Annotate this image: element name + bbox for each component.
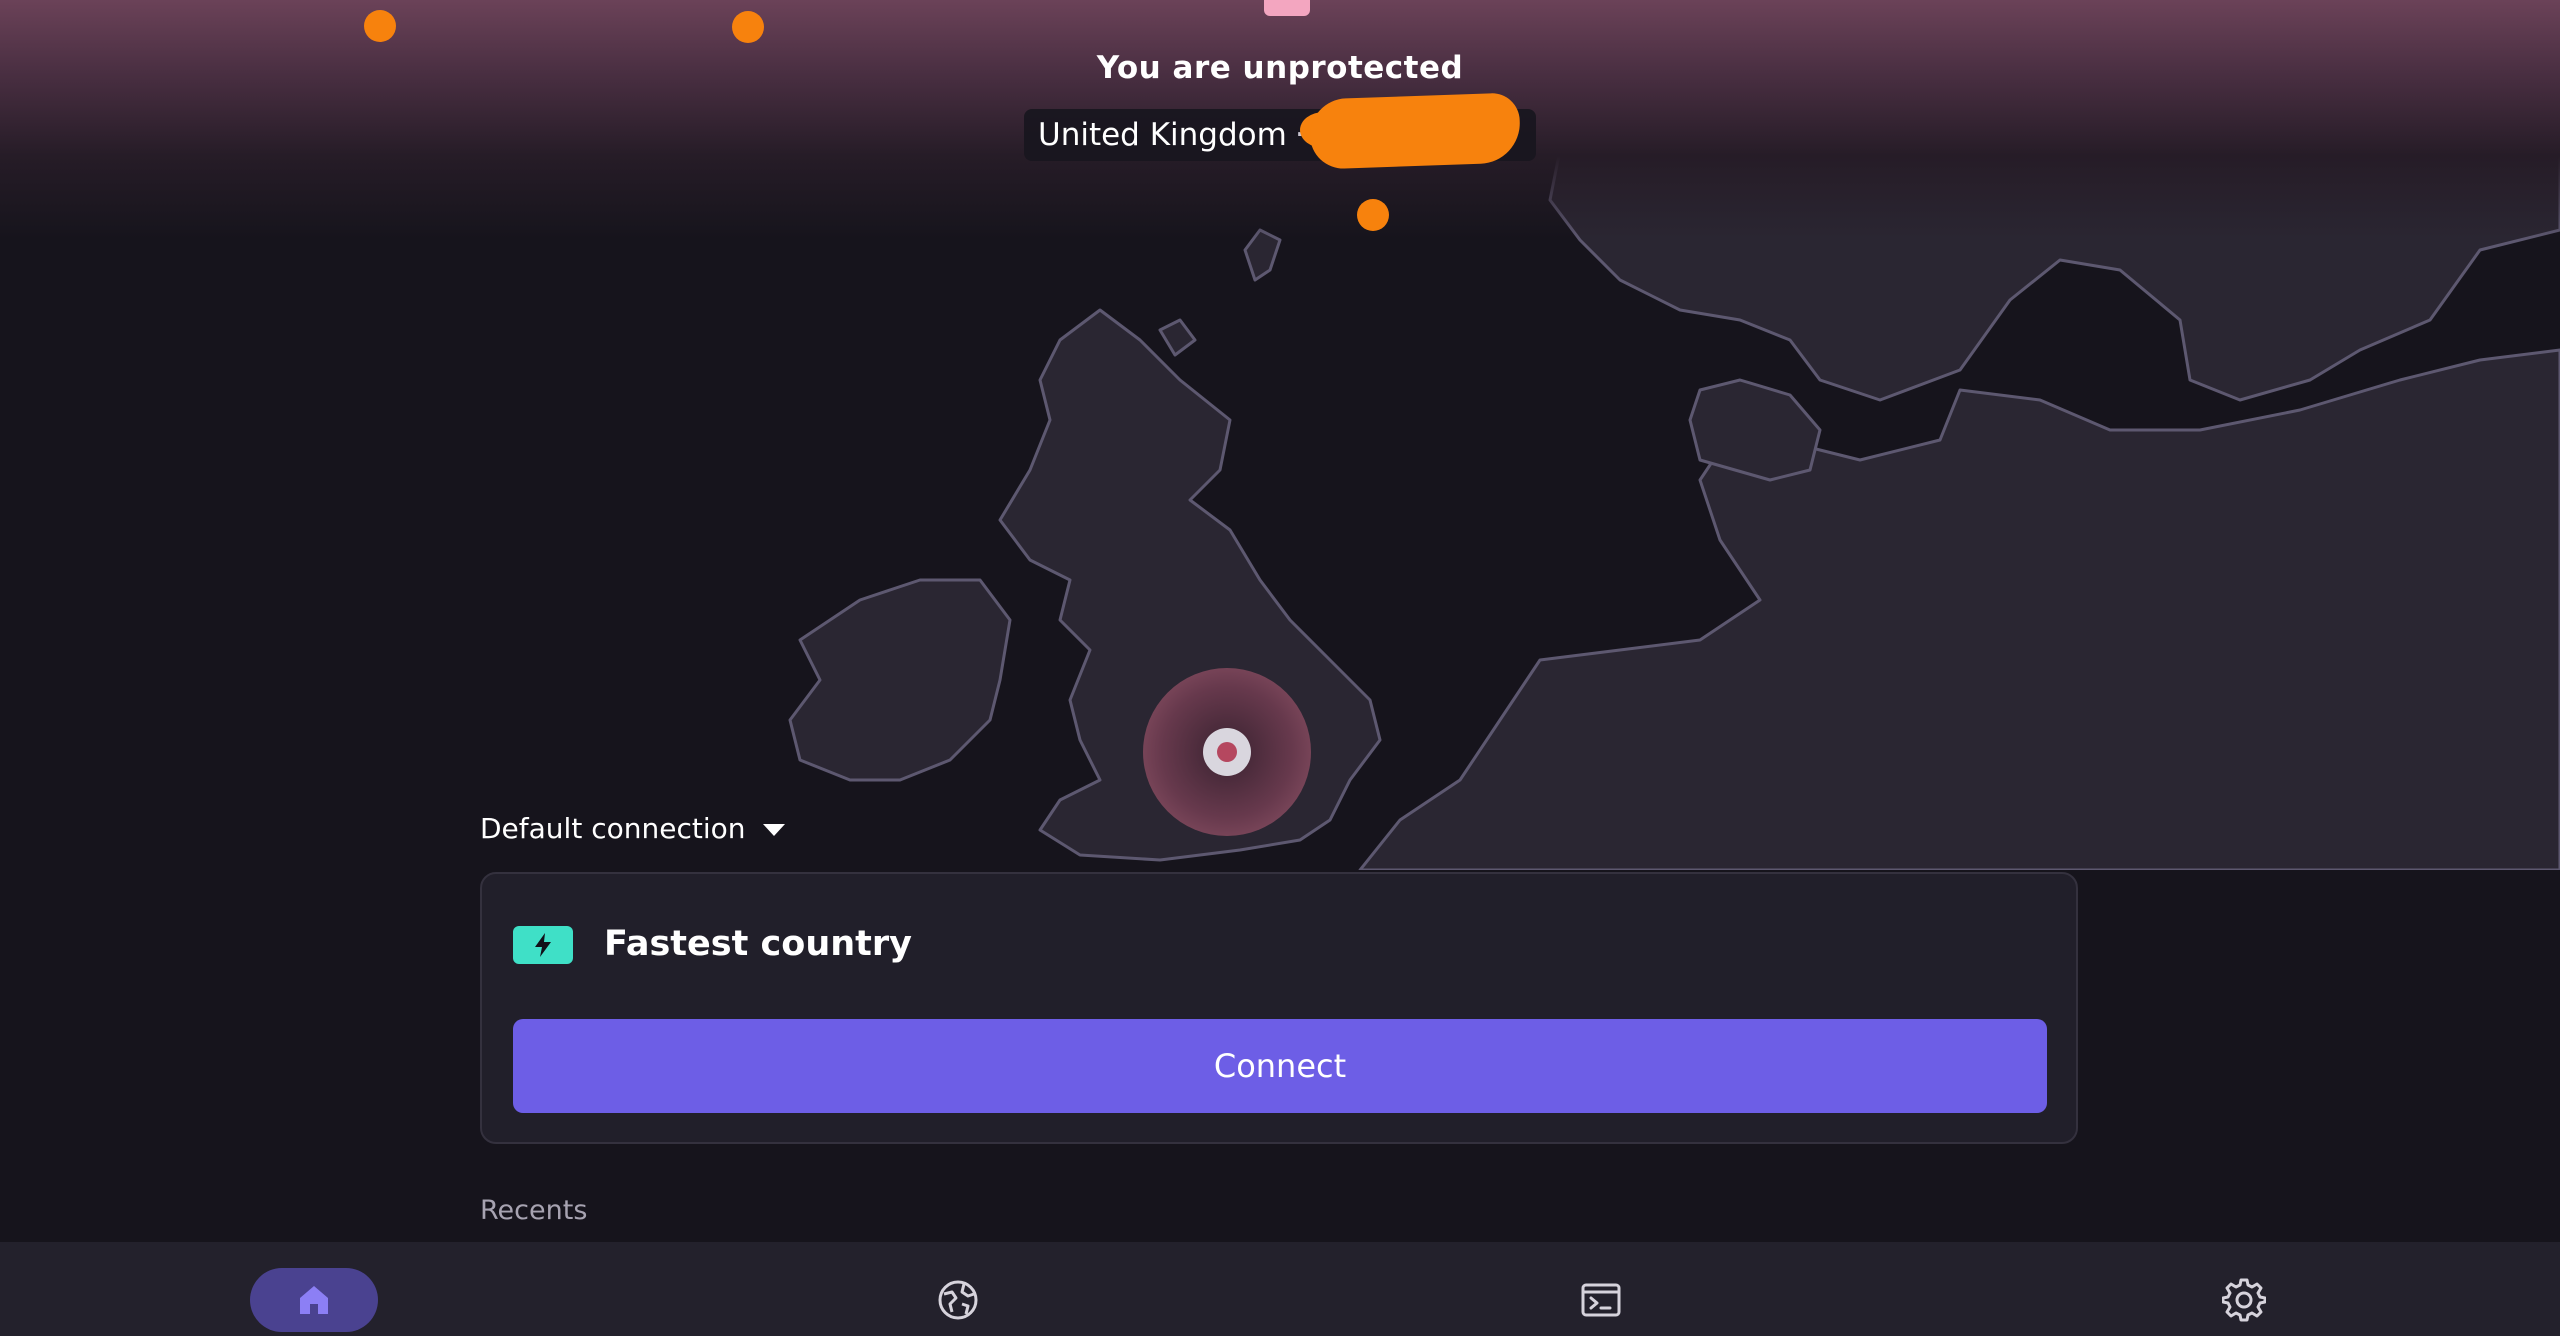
protection-status-title: You are unprotected (1096, 50, 1464, 86)
connection-profile-name: Fastest country (604, 924, 912, 964)
server-marker[interactable] (732, 11, 764, 43)
caret-down-icon (763, 823, 786, 836)
nav-countries[interactable] (894, 1268, 1022, 1332)
terminal-icon (1581, 1283, 1621, 1317)
server-marker[interactable] (364, 10, 396, 42)
map-land (1158, 318, 1197, 357)
bolt-icon (513, 926, 573, 964)
nav-settings[interactable] (2180, 1268, 2308, 1332)
globe-icon (938, 1280, 978, 1320)
map-land (1243, 228, 1282, 282)
map-land (788, 578, 1012, 782)
recents-heading: Recents (480, 1195, 588, 1226)
default-connection-dropdown[interactable]: Default connection (480, 812, 786, 845)
nav-home[interactable] (250, 1268, 378, 1332)
connection-card: Fastest country Connect (480, 872, 2078, 1144)
connect-button[interactable]: Connect (513, 1019, 2047, 1113)
home-icon (300, 1286, 328, 1314)
nav-profiles[interactable] (1537, 1268, 1665, 1332)
gear-icon (2222, 1278, 2266, 1322)
redacted-ip (1308, 92, 1522, 170)
server-marker[interactable] (1357, 199, 1389, 231)
bottom-navigation (0, 1242, 2560, 1336)
location-pin-center (1217, 742, 1237, 762)
lock-indicator-icon (1264, 0, 1310, 16)
default-connection-label: Default connection (480, 812, 746, 845)
map-land (1358, 348, 2560, 870)
country-label: United Kingdom (1038, 117, 1287, 153)
